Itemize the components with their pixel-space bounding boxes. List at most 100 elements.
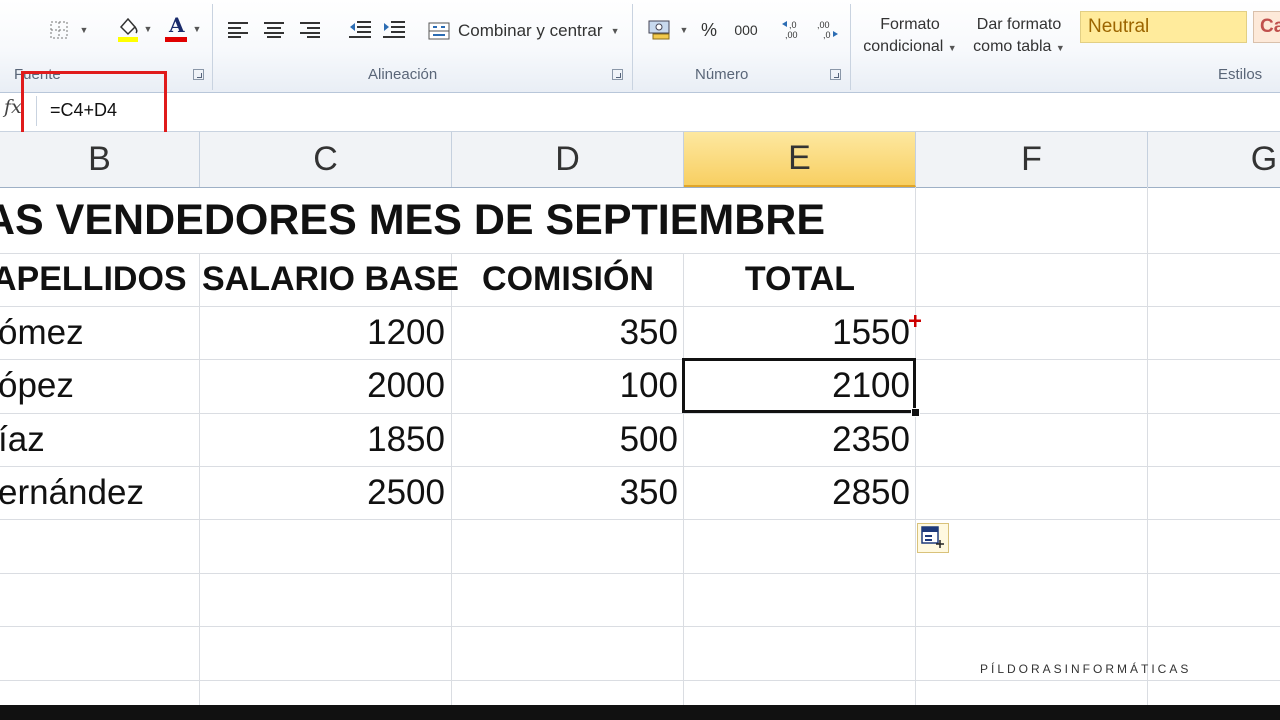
decrease-indent-icon xyxy=(349,21,371,38)
watermark-logo: PÍLDORASINFORMÁTICAS xyxy=(980,662,1192,676)
paint-bucket-icon xyxy=(117,17,138,42)
cross-cursor-icon xyxy=(909,315,921,327)
accounting-format-button[interactable]: ▼ xyxy=(644,16,692,44)
cell-comision[interactable]: 100 xyxy=(452,366,678,406)
insert-function-icon[interactable]: fx xyxy=(4,96,22,118)
column-header-f[interactable]: F xyxy=(916,132,1148,187)
thousands-separator-icon: 000 xyxy=(734,22,758,38)
grid-line xyxy=(0,573,1280,574)
grid-line xyxy=(0,680,1280,681)
active-cell-border[interactable] xyxy=(682,358,916,413)
cell-comision[interactable]: 350 xyxy=(452,473,678,513)
column-header-c[interactable]: C xyxy=(200,132,452,187)
group-label-alineacion: Alineación xyxy=(368,66,438,83)
fuente-dialog-launcher[interactable] xyxy=(193,69,204,80)
header-apellidos[interactable]: APELLIDOS xyxy=(0,260,187,299)
svg-text:,0: ,0 xyxy=(823,30,831,40)
conditional-format-label-2: condicional xyxy=(863,38,944,55)
decrease-decimal-button[interactable]: ,00 ,0 xyxy=(812,14,842,44)
font-color-button[interactable]: A ▼ xyxy=(158,14,206,44)
paste-options-icon xyxy=(921,526,944,548)
svg-text:,00: ,00 xyxy=(785,30,798,40)
grid-line xyxy=(0,413,1280,414)
increase-indent-icon xyxy=(383,21,405,38)
cell-salario[interactable]: 2000 xyxy=(200,366,445,406)
borders-icon xyxy=(50,21,68,39)
cell-salario[interactable]: 1850 xyxy=(200,420,445,460)
cell-total[interactable]: 2850 xyxy=(684,473,910,513)
increase-decimal-button[interactable]: ,0 ,00 xyxy=(778,14,808,44)
format-as-table-label-2: como tabla xyxy=(973,38,1052,55)
increase-indent-button[interactable] xyxy=(380,16,408,44)
grid-line xyxy=(0,626,1280,627)
formula-bar xyxy=(0,93,1280,132)
chevron-down-icon: ▼ xyxy=(79,25,89,35)
cell-apellido[interactable]: íaz xyxy=(0,420,45,460)
svg-text:A: A xyxy=(168,15,185,37)
grid-line xyxy=(0,306,1280,307)
cell-comision[interactable]: 350 xyxy=(452,313,678,353)
align-left-button[interactable] xyxy=(224,16,252,44)
cell-salario[interactable]: 1200 xyxy=(200,313,445,353)
paste-options-button[interactable] xyxy=(917,523,949,553)
cell-apellido[interactable]: ernández xyxy=(0,473,144,513)
decrease-decimal-icon: ,00 ,0 xyxy=(817,20,838,40)
column-header-b[interactable]: B xyxy=(0,132,200,187)
group-separator xyxy=(212,4,213,90)
align-center-button[interactable] xyxy=(260,16,288,44)
chevron-down-icon: ▼ xyxy=(679,25,689,35)
svg-text:,0: ,0 xyxy=(789,20,797,30)
percent-style-button[interactable]: % xyxy=(694,16,724,44)
cell-comision[interactable]: 500 xyxy=(452,420,678,460)
merge-center-button[interactable]: Combinar y centrar ▼ xyxy=(428,18,624,44)
chevron-down-icon: ▼ xyxy=(143,24,153,34)
chevron-down-icon: ▼ xyxy=(610,26,620,36)
fill-color-button[interactable]: ▼ xyxy=(110,14,158,44)
fill-handle[interactable] xyxy=(911,408,920,417)
cell-style-next[interactable]: Ca xyxy=(1253,11,1280,43)
group-label-numero: Número xyxy=(695,66,749,83)
group-separator xyxy=(632,4,633,90)
currency-icon xyxy=(648,20,670,40)
cell-total[interactable]: 1550 xyxy=(684,313,910,353)
align-right-button[interactable] xyxy=(296,16,324,44)
alineacion-dialog-launcher[interactable] xyxy=(612,69,623,80)
align-center-icon xyxy=(264,22,284,38)
header-total[interactable]: TOTAL xyxy=(684,260,916,299)
cell-apellido[interactable]: ómez xyxy=(0,313,84,353)
comma-style-button[interactable]: 000 xyxy=(728,16,764,44)
grid-line xyxy=(1147,187,1148,720)
increase-decimal-icon: ,0 ,00 xyxy=(782,20,798,40)
align-right-icon xyxy=(300,22,320,38)
cell-salario[interactable]: 2500 xyxy=(200,473,445,513)
conditional-format-label-1: Formato xyxy=(880,16,940,33)
header-comision[interactable]: COMISIÓN xyxy=(452,260,684,299)
group-label-estilos: Estilos xyxy=(1218,66,1263,83)
cell-total[interactable]: 2350 xyxy=(684,420,910,460)
cell-apellido[interactable]: ópez xyxy=(0,366,74,406)
align-left-icon xyxy=(228,22,248,38)
grid-line xyxy=(0,466,1280,467)
borders-button[interactable]: ▼ xyxy=(44,18,94,42)
cell-style-neutral[interactable]: Neutral xyxy=(1080,11,1247,43)
conditional-format-button[interactable]: Formato condicional ▼ xyxy=(856,14,964,59)
format-as-table-label-1: Dar formato xyxy=(976,16,1062,33)
column-header-e[interactable]: E xyxy=(684,132,916,187)
percent-icon: % xyxy=(700,19,717,40)
column-header-g[interactable]: G xyxy=(1148,132,1280,187)
decrease-indent-button[interactable] xyxy=(346,16,374,44)
numero-dialog-launcher[interactable] xyxy=(830,69,841,80)
group-separator xyxy=(850,4,851,90)
grid-line xyxy=(0,519,1280,520)
merge-cells-icon xyxy=(428,22,450,40)
sheet-title[interactable]: AS VENDEDORES MES DE SEPTIEMBRE xyxy=(0,196,825,245)
merge-center-label: Combinar y centrar xyxy=(458,21,603,40)
header-salario-base[interactable]: SALARIO BASE xyxy=(202,260,459,299)
bottom-bar xyxy=(0,705,1280,720)
chevron-down-icon: ▼ xyxy=(192,24,202,34)
chevron-down-icon: ▼ xyxy=(1055,43,1065,53)
column-header-d[interactable]: D xyxy=(452,132,684,187)
svg-text:,00: ,00 xyxy=(817,20,830,30)
format-as-table-button[interactable]: Dar formato como tabla ▼ xyxy=(964,14,1074,59)
grid-line xyxy=(0,359,1280,360)
